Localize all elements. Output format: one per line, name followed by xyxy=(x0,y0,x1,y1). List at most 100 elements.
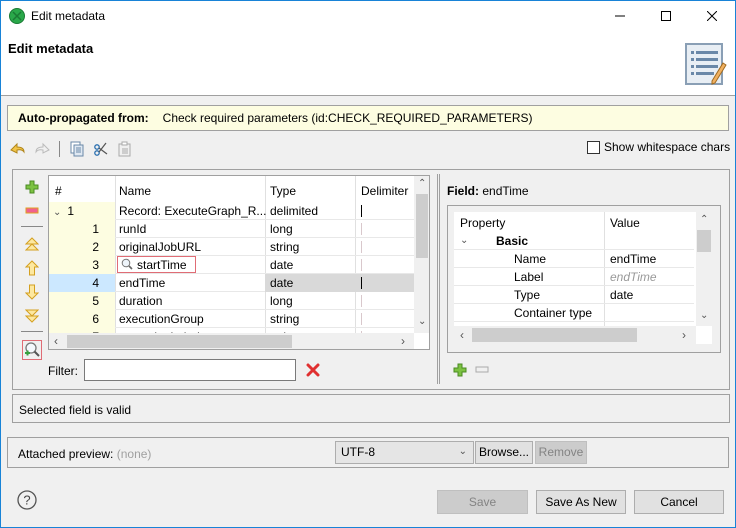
column-header-property[interactable]: Property xyxy=(460,214,505,232)
property-group-row[interactable]: ⌄ Basic xyxy=(454,232,694,250)
fields-vertical-scrollbar[interactable]: ⌃ ⌄ xyxy=(414,176,429,333)
scrollbar-thumb[interactable] xyxy=(697,230,711,252)
paste-button[interactable] xyxy=(116,140,134,158)
redo-button[interactable] xyxy=(33,140,51,158)
browse-button[interactable]: Browse... xyxy=(475,441,533,464)
show-whitespace-toggle[interactable]: Show whitespace chars xyxy=(587,140,730,154)
remove-preview-button[interactable]: Remove xyxy=(535,441,587,464)
close-button[interactable] xyxy=(689,1,735,31)
property-row[interactable]: Type date xyxy=(454,286,694,304)
table-row[interactable]: 6 executionGroup string xyxy=(49,310,414,328)
field-name: runId xyxy=(119,222,147,236)
scroll-right-icon[interactable]: › xyxy=(401,334,405,348)
chevron-down-icon[interactable]: ⌄ xyxy=(53,207,61,218)
scroll-down-icon[interactable]: ⌄ xyxy=(700,310,708,321)
scroll-left-icon[interactable]: ‹ xyxy=(54,334,58,348)
filter-label: Filter: xyxy=(48,364,78,378)
property-value[interactable]: endTime xyxy=(610,268,657,286)
filter-input[interactable] xyxy=(84,359,296,381)
banner-label: Auto-propagated from: xyxy=(18,111,149,125)
table-row[interactable]: 1 runId long xyxy=(49,220,414,238)
fields-table[interactable]: # Name Type Delimiter ⌄ 1 Record: Execute… xyxy=(48,175,430,350)
field-type: date xyxy=(270,276,294,290)
scrollbar-thumb[interactable] xyxy=(416,194,428,258)
scroll-up-icon[interactable]: ⌃ xyxy=(418,178,426,189)
undo-button[interactable] xyxy=(9,140,27,158)
maximize-button[interactable] xyxy=(643,1,689,31)
validation-status: Selected field is valid xyxy=(12,394,730,423)
find-field-button[interactable] xyxy=(22,340,42,360)
record-row[interactable]: ⌄ 1 Record: ExecuteGraph_R... delimited xyxy=(49,202,414,220)
panel-splitter[interactable] xyxy=(437,174,440,384)
scroll-right-icon[interactable]: › xyxy=(682,328,686,342)
row-number: 1 xyxy=(49,220,115,238)
add-property-icon[interactable] xyxy=(453,363,467,377)
move-bottom-button[interactable] xyxy=(23,307,41,325)
add-field-button[interactable] xyxy=(23,178,41,196)
field-name: executionGroup xyxy=(119,312,204,326)
property-row[interactable]: Label endTime xyxy=(454,268,694,286)
clear-filter-icon[interactable] xyxy=(306,363,320,377)
preview-label: Attached preview: xyxy=(18,447,114,461)
properties-table[interactable]: Property Value ⌄ Basic Name endTime Labe… xyxy=(454,212,712,344)
field-delimiter xyxy=(361,223,362,235)
move-down-button[interactable] xyxy=(23,283,41,301)
window-title: Edit metadata xyxy=(31,9,106,23)
show-whitespace-checkbox[interactable] xyxy=(587,140,600,154)
encoding-value: UTF-8 xyxy=(341,445,375,459)
property-value[interactable]: endTime xyxy=(610,250,656,268)
remove-property-icon[interactable] xyxy=(475,366,489,374)
field-title-value: endTime xyxy=(482,184,529,198)
cancel-button[interactable]: Cancel xyxy=(634,490,724,514)
preview-value: (none) xyxy=(116,447,152,461)
column-header-value[interactable]: Value xyxy=(610,214,640,232)
cut-icon xyxy=(94,142,108,156)
field-delimiter xyxy=(361,295,362,307)
scrollbar-thumb[interactable] xyxy=(472,328,637,342)
table-row[interactable]: 3 startTime date xyxy=(49,256,414,274)
move-up-button[interactable] xyxy=(23,259,41,277)
property-name: Label xyxy=(514,270,544,284)
scroll-down-icon[interactable]: ⌄ xyxy=(418,316,426,327)
row-number: 3 xyxy=(49,256,115,274)
table-row[interactable]: 5 duration long xyxy=(49,292,414,310)
table-row-selected[interactable]: 4 endTime date xyxy=(49,274,414,292)
help-icon[interactable]: ? xyxy=(17,490,37,510)
scrollbar-thumb[interactable] xyxy=(67,335,292,348)
cut-button[interactable] xyxy=(92,140,110,158)
chevron-down-icon[interactable]: ⌄ xyxy=(460,232,468,250)
field-type: date xyxy=(270,258,294,272)
property-value[interactable]: date xyxy=(610,286,633,304)
minimize-button[interactable] xyxy=(597,1,643,31)
scroll-up-icon[interactable]: ⌃ xyxy=(700,214,708,225)
property-row[interactable]: Name endTime xyxy=(454,250,694,268)
title-bar: Edit metadata xyxy=(1,1,735,31)
field-delimiter xyxy=(361,241,362,253)
fields-horizontal-scrollbar[interactable]: ‹ › xyxy=(49,333,414,349)
field-name: duration xyxy=(119,294,163,308)
encoding-select[interactable]: UTF-8 ⌄ xyxy=(335,441,474,464)
metadata-editor-group: # Name Type Delimiter ⌄ 1 Record: Execute… xyxy=(12,169,730,390)
attached-preview-bar: Attached preview: (none) UTF-8 ⌄ Browse.… xyxy=(7,437,729,468)
scroll-left-icon[interactable]: ‹ xyxy=(460,328,464,342)
property-group-label: Basic xyxy=(496,234,529,248)
column-header-delimiter[interactable]: Delimiter xyxy=(361,184,408,198)
properties-header: Property Value xyxy=(454,214,694,232)
field-properties-group: Property Value ⌄ Basic Name endTime Labe… xyxy=(447,205,721,353)
move-top-button[interactable] xyxy=(23,235,41,253)
table-row[interactable]: 2 originalJobURL string xyxy=(49,238,414,256)
move-up-icon xyxy=(25,260,39,276)
svg-text:?: ? xyxy=(23,493,30,508)
remove-field-button[interactable] xyxy=(23,202,41,220)
save-button[interactable]: Save xyxy=(437,490,528,514)
properties-vertical-scrollbar[interactable]: ⌃ ⌄ xyxy=(696,212,712,326)
properties-horizontal-scrollbar[interactable]: ‹ › xyxy=(454,326,696,344)
record-delimiter xyxy=(361,205,362,217)
save-as-new-button[interactable]: Save As New xyxy=(536,490,626,514)
property-tools xyxy=(453,363,489,377)
column-header-number[interactable]: # xyxy=(55,184,62,198)
column-header-name[interactable]: Name xyxy=(119,184,151,198)
copy-button[interactable] xyxy=(68,140,86,158)
property-row[interactable]: Container type xyxy=(454,304,694,322)
column-header-type[interactable]: Type xyxy=(270,184,296,198)
